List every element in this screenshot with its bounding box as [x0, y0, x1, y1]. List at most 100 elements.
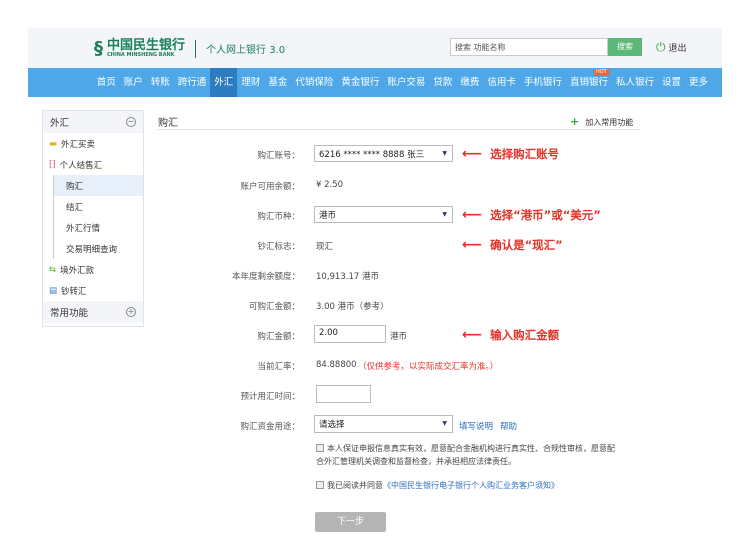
rate-label: 当前汇率：	[257, 362, 300, 372]
add-fav-label: 加入常用功能	[585, 118, 634, 127]
divider	[195, 39, 197, 58]
sidebar-section-fx[interactable]: 外汇 −	[43, 111, 143, 133]
currency-value: 港币	[319, 211, 337, 221]
declaration-checkbox[interactable]	[316, 444, 324, 452]
agree-text: 我已阅读并同意	[327, 481, 383, 490]
remit-icon: ⇆	[49, 264, 57, 275]
sidebar-section-common[interactable]: 常用功能 +	[43, 301, 143, 323]
sidebar-subitem-buy[interactable]: 购汇	[53, 175, 143, 196]
annotation: ⟵ 选择“港币”或“美元”	[462, 207, 601, 223]
balance-label: 账户可用余额：	[240, 182, 300, 192]
nav-item-active[interactable]: 外汇	[210, 68, 238, 97]
arrow-left-icon: ⟵	[462, 146, 483, 162]
annotation: ⟵ 选择购汇账号	[462, 146, 559, 162]
logout-button[interactable]: ⏻ 退出	[656, 40, 687, 55]
currency-select[interactable]: 港币	[314, 206, 453, 223]
nav-item[interactable]: 贷款	[429, 68, 456, 97]
divider	[157, 129, 640, 130]
flag-value: 现汇	[316, 242, 334, 252]
amount-input[interactable]: 2.00	[314, 325, 386, 343]
time-input[interactable]	[316, 385, 371, 403]
item-label: 外汇买卖	[61, 139, 96, 150]
sidebar-item-remit[interactable]: ⇆ 境外汇款	[43, 259, 143, 280]
nav-item[interactable]: 设置	[658, 68, 685, 97]
item-label: 外汇行情	[66, 223, 101, 234]
account-select[interactable]: 6216 **** **** 8888 张三	[314, 145, 453, 162]
logout-label: 退出	[668, 44, 687, 54]
nav-item[interactable]: 基金	[264, 68, 291, 97]
sidebar-item-personal-fx[interactable]: ⁅⁆ 个人结售汇	[43, 154, 143, 175]
collapse-icon[interactable]: −	[126, 117, 136, 127]
declaration-checkbox-row: 本人保证申报信息真实有效，愿意配合金融机构进行真实性、合规性审核，愿意配合外汇管…	[316, 442, 621, 468]
item-label: 钞转汇	[61, 286, 87, 297]
sidebar-item-fx-trade[interactable]: ▬ 外汇买卖	[43, 133, 143, 154]
fx-trade-icon: ▬	[49, 138, 58, 149]
purpose-value: 请选择	[319, 420, 345, 430]
logo-cn: 中国民生银行	[107, 38, 186, 53]
annotation: ⟵ 确认是“现汇”	[462, 237, 563, 253]
sidebar-subitem-history[interactable]: 交易明细查询	[53, 238, 143, 259]
notice-link[interactable]: 《中国民生银行电子银行个人购汇业务客户须知》	[383, 481, 559, 490]
search-input[interactable]: 搜索 功能名称	[450, 38, 608, 56]
agree-checkbox-row: 我已阅读并同意《中国民生银行电子银行个人购汇业务客户须知》	[316, 480, 559, 491]
search-button[interactable]: 搜索	[608, 38, 642, 56]
agree-checkbox[interactable]	[316, 481, 324, 489]
balance-value: ¥ 2.50	[316, 180, 344, 190]
product-name: 个人网上银行 3.0	[206, 45, 286, 56]
nav-item[interactable]: 私人银行	[612, 68, 658, 97]
nav-item[interactable]: 跨行通	[174, 68, 211, 97]
arrow-left-icon: ⟵	[462, 207, 483, 223]
account-value: 6216 **** **** 8888 张三	[319, 150, 425, 160]
arrow-left-icon: ⟵	[462, 327, 483, 343]
currency-label: 购汇币种：	[257, 212, 300, 222]
nav-item[interactable]: 首页	[93, 68, 120, 97]
section-label: 常用功能	[50, 308, 89, 319]
personal-fx-icon: ⁅⁆	[49, 159, 56, 170]
purpose-select[interactable]: 请选择	[314, 415, 453, 433]
item-label: 个人结售汇	[59, 160, 103, 171]
annotation-text: 输入购汇金额	[490, 328, 560, 342]
time-label: 预计用汇时间：	[240, 392, 300, 402]
bank-logo[interactable]: § 中国民生银行 CHINA MINSHENG BANK 个人网上银行 3.0	[94, 38, 285, 59]
annotation-text: 选择“港币”或“美元”	[490, 208, 601, 222]
avail-label: 可购汇金额：	[248, 302, 300, 312]
amount-unit: 港币	[390, 332, 408, 342]
annotation-text: 确认是“现汇”	[490, 238, 563, 252]
nav-item[interactable]: 账户	[120, 68, 147, 97]
plus-icon: +	[570, 115, 580, 128]
nav-item[interactable]: 转账	[147, 68, 174, 97]
logo-en: CHINA MINSHENG BANK	[107, 52, 175, 58]
card-icon: ▤	[49, 285, 58, 296]
section-label: 外汇	[50, 118, 70, 129]
nav-item[interactable]: 账户交易	[383, 68, 429, 97]
nav-item[interactable]: 手机银行	[520, 68, 566, 97]
hot-badge: HOT	[593, 69, 609, 76]
nav-item[interactable]: 缴费	[456, 68, 483, 97]
item-label: 结汇	[66, 202, 84, 213]
nav-item[interactable]: 黄金银行	[337, 68, 383, 97]
annotation-text: 选择购汇账号	[490, 147, 560, 161]
add-favorite-button[interactable]: + 加入常用功能	[570, 115, 633, 128]
nav-item[interactable]: 代销保险	[291, 68, 337, 97]
rate-note: （仅供参考，以实际成交汇率为准。）	[358, 362, 499, 372]
amount-label: 购汇金额：	[257, 332, 300, 342]
nav-item[interactable]: 理财	[237, 68, 264, 97]
power-icon: ⏻	[656, 40, 666, 54]
nav-item[interactable]: 更多	[685, 68, 712, 97]
fill-help-link[interactable]: 填写说明	[459, 420, 493, 432]
item-label: 境外汇款	[60, 265, 95, 276]
annotation: ⟵ 输入购汇金额	[462, 327, 559, 343]
expand-icon[interactable]: +	[126, 307, 136, 317]
nav-item[interactable]: 信用卡	[483, 68, 520, 97]
page-title: 购汇	[158, 118, 178, 129]
flag-label: 钞汇标志：	[257, 242, 300, 252]
purpose-label: 购汇资金用途：	[240, 422, 300, 432]
nav-item[interactable]: 直销银行 HOT	[566, 68, 612, 97]
quota-value: 10,913.17 港币	[316, 272, 379, 282]
next-button[interactable]: 下一步	[315, 512, 386, 532]
sidebar-subitem-quotes[interactable]: 外汇行情	[53, 217, 143, 238]
sidebar-subitem-sell[interactable]: 结汇	[53, 196, 143, 217]
help-link[interactable]: 帮助	[500, 420, 517, 432]
sidebar-item-cash-convert[interactable]: ▤ 钞转汇	[43, 280, 143, 301]
item-label: 购汇	[66, 181, 84, 192]
